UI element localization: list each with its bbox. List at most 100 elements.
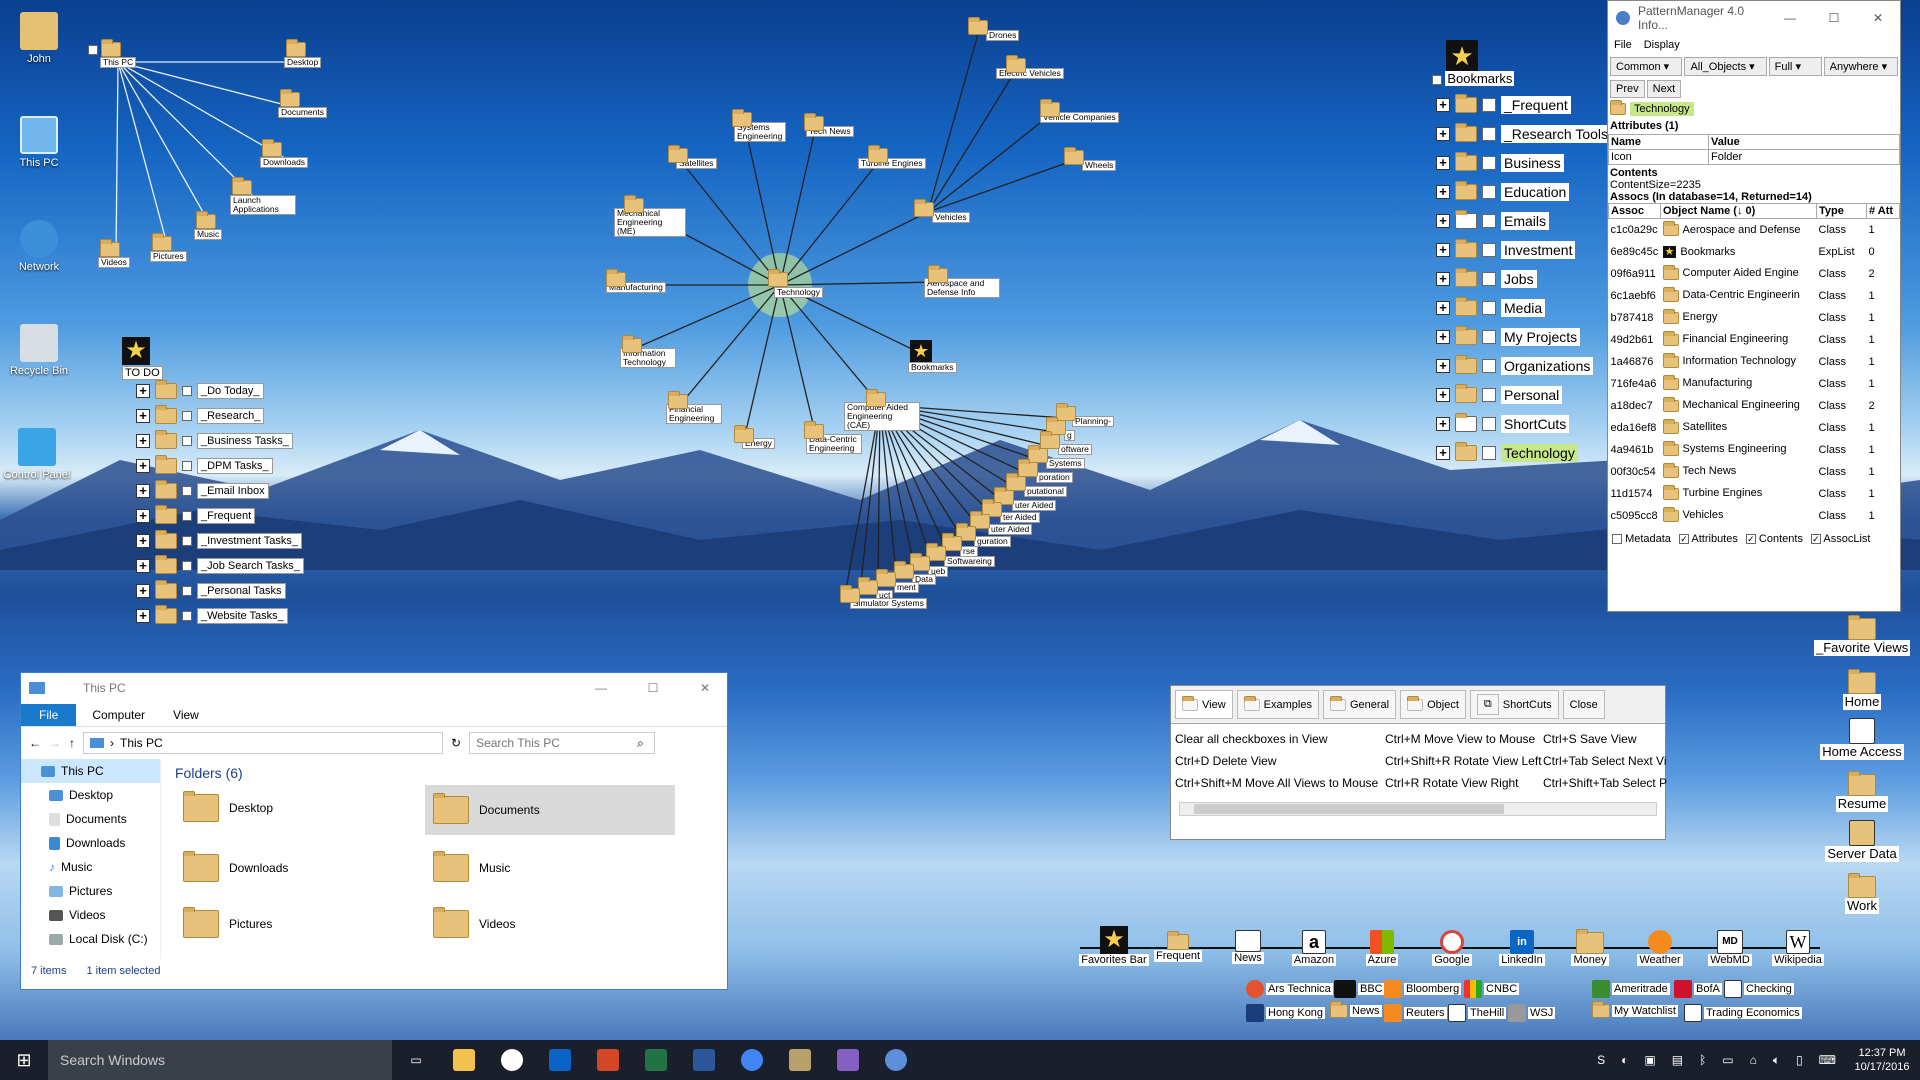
tech-node-energy[interactable]: Energy	[734, 425, 775, 449]
fav-favorites-bar[interactable]: ★ Favorites Bar	[1076, 926, 1152, 966]
expand-icon[interactable]: +	[136, 533, 150, 548]
fav-news-2[interactable]: News	[1330, 1001, 1382, 1018]
expand-icon[interactable]: +	[1436, 184, 1450, 199]
prev-button[interactable]: Prev	[1610, 80, 1645, 98]
nav-item-downloads[interactable]: Downloads	[21, 831, 160, 855]
tech-node-drones[interactable]: Drones	[968, 17, 1020, 41]
checkbox[interactable]	[182, 585, 192, 596]
folder-tile[interactable]: Pictures	[175, 901, 425, 947]
expand-icon[interactable]: +	[136, 433, 150, 448]
refresh-icon[interactable]: ↻	[451, 736, 461, 750]
bookmark-item[interactable]: + Media	[1436, 293, 1611, 322]
dropdown-detail[interactable]: Full ▾	[1768, 57, 1822, 76]
excel-icon[interactable]	[645, 1049, 667, 1071]
fav-azure[interactable]: Azure	[1352, 930, 1412, 966]
folder-tile[interactable]: Downloads	[175, 845, 425, 891]
assoc-row[interactable]: 1a46876 Information Technology Class 1	[1609, 351, 1900, 373]
right-item-work[interactable]: Work	[1814, 873, 1910, 914]
bookmark-item[interactable]: + Organizations	[1436, 351, 1611, 380]
fav-checking[interactable]: Checking	[1724, 980, 1794, 998]
hotkey-item[interactable]: Ctrl+S Save View	[1543, 732, 1671, 746]
checkbox[interactable]	[182, 610, 192, 621]
fav-bloomberg[interactable]: Bloomberg	[1384, 980, 1462, 998]
fav-news[interactable]: News	[1218, 930, 1278, 964]
bookmark-item[interactable]: + My Projects	[1436, 322, 1611, 351]
fav-money[interactable]: Money	[1560, 929, 1620, 966]
hotkey-item[interactable]: Ctrl+M Move View to Mouse	[1385, 732, 1543, 746]
hotkey-item[interactable]: Ctrl+R Rotate View Right	[1385, 776, 1543, 790]
tech-node-aerospace[interactable]: Aerospace and Defense Info	[924, 265, 1000, 298]
tray-icon[interactable]: ▤	[1672, 1053, 1683, 1067]
checkbox[interactable]	[1482, 97, 1496, 112]
thispc-launch-applications[interactable]: Launch Applications	[230, 177, 296, 215]
checkbox[interactable]	[182, 485, 192, 496]
checkbox[interactable]	[182, 460, 192, 471]
fav-thehill[interactable]: TheHill	[1448, 1004, 1507, 1022]
fav-amazon[interactable]: a Amazon	[1284, 930, 1344, 966]
tab-general[interactable]: General	[1322, 690, 1397, 719]
checkbox[interactable]	[1482, 155, 1496, 170]
expand-icon[interactable]: +	[1436, 358, 1450, 373]
bookmark-item[interactable]: + Technology	[1436, 438, 1611, 467]
fav-webmd[interactable]: MD WebMD	[1700, 930, 1760, 966]
tab-file[interactable]: File	[21, 703, 77, 726]
folders-group-header[interactable]: Folders (6)	[175, 765, 713, 781]
dropdown-scope[interactable]: Common ▾	[1610, 57, 1683, 76]
notifications-icon[interactable]: ▯	[1796, 1053, 1803, 1067]
fav-linkedin[interactable]: in LinkedIn	[1492, 930, 1552, 966]
skype-icon[interactable]: S	[1597, 1053, 1605, 1067]
hotkey-item[interactable]: Ctrl+Shift+Tab Select P	[1543, 776, 1671, 790]
fav-google[interactable]: Google	[1422, 930, 1482, 966]
assoc-row[interactable]: 11d1574 Turbine Engines Class 1	[1609, 483, 1900, 505]
thispc-documents[interactable]: Documents	[278, 89, 327, 118]
expand-icon[interactable]: +	[1436, 445, 1450, 460]
maximize-icon[interactable]: ☐	[1812, 11, 1856, 25]
powerpoint-icon[interactable]	[597, 1049, 619, 1071]
tech-node-electric-vehicles[interactable]: Electric Vehicles	[996, 55, 1064, 79]
checkbox[interactable]	[1482, 329, 1496, 344]
fav-hong-kong[interactable]: Hong Kong	[1246, 1004, 1326, 1022]
nav-item-this-pc[interactable]: This PC	[21, 759, 160, 783]
hotkey-item[interactable]: Ctrl+Shift+M Move All Views to Mouse	[1175, 776, 1385, 790]
dropdown-objects[interactable]: All_Objects ▾	[1684, 57, 1767, 76]
expand-icon[interactable]: +	[136, 583, 150, 598]
tab-shortcuts[interactable]: ⧉ ShortCuts	[1469, 690, 1559, 719]
folder-tile[interactable]: Desktop	[175, 785, 425, 831]
expand-icon[interactable]: +	[1436, 387, 1450, 402]
tech-node-wheels[interactable]: Wheels	[1064, 147, 1117, 171]
taskbar-search[interactable]: Search Windows	[48, 1040, 392, 1080]
close-icon[interactable]: ✕	[683, 681, 727, 695]
expand-icon[interactable]: +	[1436, 126, 1450, 141]
network-icon[interactable]: ⌂	[1750, 1053, 1757, 1067]
close-icon[interactable]: ✕	[1856, 11, 1900, 25]
expand-icon[interactable]: +	[136, 483, 150, 498]
desktop-icon-recycle-bin[interactable]: Recycle Bin	[4, 324, 74, 377]
tab-examples[interactable]: Examples	[1236, 690, 1319, 719]
right-item-home[interactable]: Home	[1814, 669, 1910, 710]
fav-ameritrade[interactable]: Ameritrade	[1592, 980, 1670, 998]
attributes-checkbox[interactable]: ✓ Attributes	[1678, 533, 1738, 545]
bookmark-item[interactable]: + Jobs	[1436, 264, 1611, 293]
volume-icon[interactable]: 🔈︎	[1773, 1053, 1780, 1068]
todo-item[interactable]: + _Investment Tasks_	[136, 528, 304, 553]
fav-cnbc[interactable]: CNBC	[1464, 980, 1520, 998]
file-explorer-icon[interactable]	[453, 1049, 475, 1071]
hotkey-item[interactable]: Ctrl+D Delete View	[1175, 754, 1385, 768]
assoc-row[interactable]: 6e89c45c ★ Bookmarks ExpList 0	[1609, 241, 1900, 263]
tech-node-financial-engineering[interactable]: Financial Engineering	[666, 391, 722, 424]
checkbox[interactable]	[182, 535, 192, 546]
contents-checkbox[interactable]: ✓ Contents	[1745, 533, 1803, 545]
bookmark-item[interactable]: + _Frequent	[1436, 90, 1611, 119]
assoc-row[interactable]: c1c0a29c Aerospace and Defense Class 1	[1609, 219, 1900, 241]
task-view-icon[interactable]: ▭	[392, 1053, 440, 1067]
back-icon[interactable]: ←	[29, 736, 41, 750]
search-icon[interactable]: ⌕	[637, 736, 644, 751]
tab-view[interactable]: View	[1175, 690, 1233, 719]
keyboard-icon[interactable]: ⌨	[1819, 1053, 1836, 1067]
tech-node-turbine-engines[interactable]: Turbine Engines	[858, 145, 926, 169]
search-input[interactable]	[469, 732, 656, 754]
metadata-checkbox[interactable]: Metadata	[1612, 533, 1671, 545]
checkbox[interactable]	[182, 510, 192, 521]
tech-node-tech-news[interactable]: Tech News	[804, 113, 854, 137]
tech-node-bookmarks[interactable]: ★ Bookmarks	[908, 340, 957, 373]
